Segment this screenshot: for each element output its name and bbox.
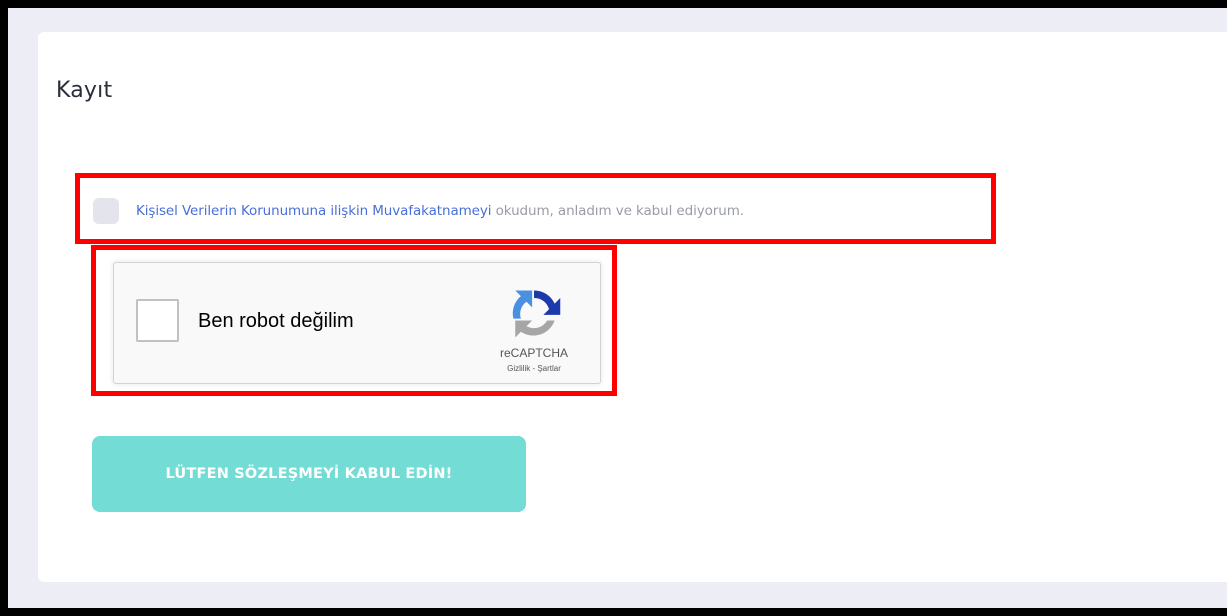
consent-link[interactable]: Kişisel Verilerin Korunumuna ilişkin Muv… (136, 203, 492, 219)
consent-text: Kişisel Verilerin Korunumuna ilişkin Muv… (136, 203, 744, 219)
page-background: Kayıt Kişisel Verilerin Korunumuna ilişk… (8, 8, 1227, 608)
submit-button[interactable]: LÜTFEN SÖZLEŞMEYİ KABUL EDİN! (92, 436, 526, 512)
consent-row[interactable]: Kişisel Verilerin Korunumuna ilişkin Muv… (93, 198, 744, 224)
consent-rest-text: okudum, anladım ve kabul ediyorum. (491, 203, 744, 219)
privacy-link[interactable]: Gizlilik (507, 364, 530, 373)
captcha-checkbox[interactable] (136, 299, 179, 342)
recaptcha-brand-text: reCAPTCHA (499, 346, 568, 360)
recaptcha-logo-icon (512, 290, 561, 338)
consent-checkbox[interactable] (93, 198, 119, 224)
terms-link[interactable]: Şartlar (537, 364, 561, 373)
recaptcha-links: Gizlilik - Şartlar (474, 364, 594, 373)
captcha-label: Ben robot değilim (198, 310, 354, 332)
page-title: Kayıt (56, 78, 113, 103)
recaptcha-widget: Ben robot değilim reCAPTCHA Gizlilik - Ş… (113, 262, 601, 384)
